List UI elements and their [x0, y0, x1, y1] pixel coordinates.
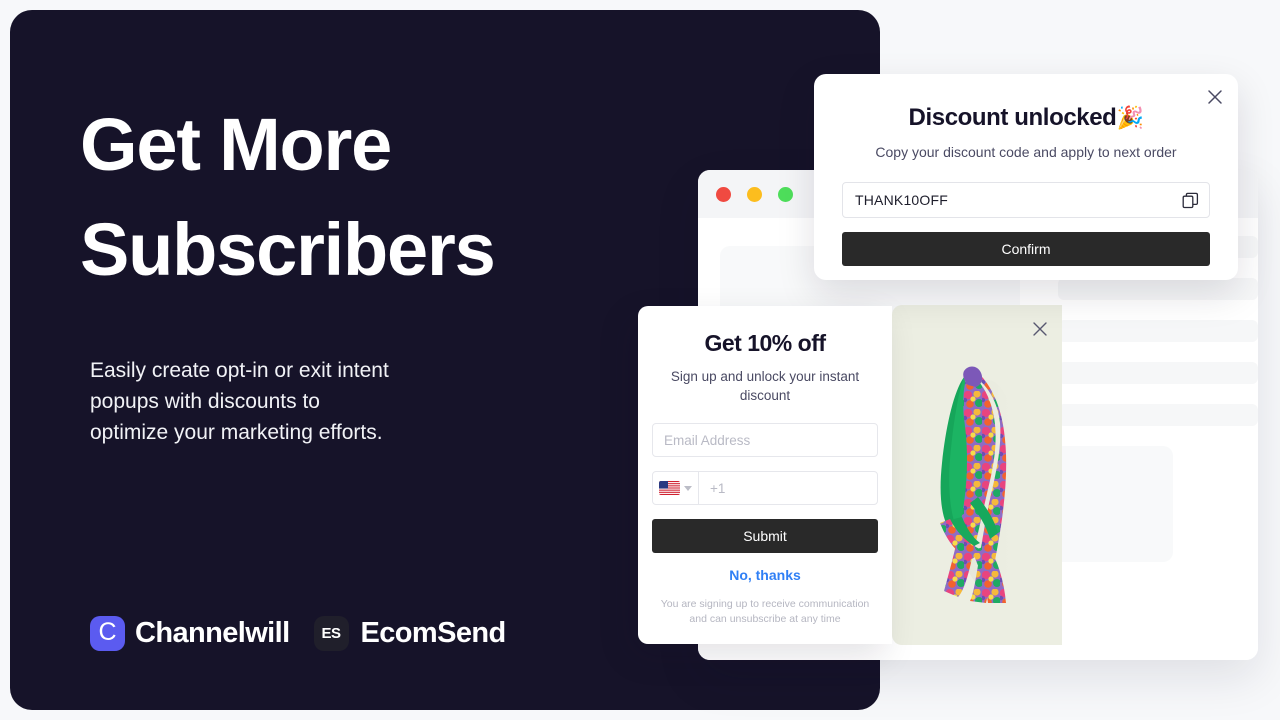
- screenshot-canvas: Get More Subscribers Easily create opt-i…: [0, 0, 1280, 720]
- discount-popup-title: Discount unlocked🎉: [814, 104, 1238, 132]
- page-title-line-2: Subscribers: [80, 208, 496, 292]
- hero-subtitle-line-3: optimize your marketing efforts.: [90, 421, 383, 444]
- hero-subtitle-line-2: popups with discounts to: [90, 390, 320, 413]
- brand-logos: C Channelwill ES EcomSend: [90, 616, 506, 651]
- discount-popup-title-text: Discount unlocked: [908, 104, 1117, 131]
- hanging-floral-jacket-image: [940, 366, 1022, 603]
- no-thanks-link[interactable]: No, thanks: [652, 567, 878, 583]
- window-maximize-dot-icon[interactable]: [778, 186, 793, 202]
- discount-code-value: THANK10OFF: [855, 192, 949, 208]
- channelwill-logo-icon: C: [90, 616, 125, 651]
- page-title-line-1: Get More: [80, 103, 392, 186]
- close-icon[interactable]: [1206, 88, 1224, 106]
- brand-ecomsend: ES EcomSend: [313, 616, 507, 651]
- phone-field-placeholder: +1: [710, 480, 726, 496]
- ecomsend-logo-glyph: ES: [321, 625, 342, 642]
- window-minimize-dot-icon[interactable]: [747, 186, 762, 202]
- us-flag-icon: [659, 481, 680, 495]
- ecomsend-wordmark: EcomSend: [360, 617, 507, 649]
- phone-field[interactable]: +1: [652, 471, 878, 505]
- signup-popup: Get 10% off Sign up and unlock your inst…: [638, 306, 892, 644]
- country-code-selector[interactable]: [653, 472, 699, 504]
- signup-popup-title: Get 10% off: [704, 330, 826, 356]
- copy-icon[interactable]: [1182, 192, 1199, 209]
- email-field[interactable]: Email Address: [652, 423, 878, 457]
- ecomsend-logo-icon: ES: [313, 616, 349, 651]
- discount-popup-subtitle: Copy your discount code and apply to nex…: [875, 144, 1177, 160]
- chevron-down-icon: [684, 485, 692, 491]
- discount-code-field[interactable]: THANK10OFF: [842, 182, 1210, 218]
- hero-subtitle: Easily create opt-in or exit intent popu…: [90, 355, 490, 448]
- window-close-dot-icon[interactable]: [716, 186, 731, 202]
- submit-button[interactable]: Submit: [652, 519, 878, 553]
- signup-fineprint: You are signing up to receive communicat…: [660, 598, 870, 625]
- party-popper-icon: 🎉: [1116, 105, 1144, 130]
- skeleton-bar: [1058, 404, 1258, 426]
- confirm-button[interactable]: Confirm: [842, 232, 1210, 266]
- email-field-placeholder: Email Address: [664, 432, 751, 448]
- close-icon[interactable]: [1032, 321, 1048, 337]
- skeleton-bar: [1058, 320, 1258, 342]
- brand-channelwill: C Channelwill: [90, 616, 290, 651]
- skeleton-bar: [1058, 278, 1258, 300]
- product-image-panel: [892, 305, 1062, 645]
- page-title: Get More Subscribers: [80, 92, 640, 302]
- skeleton-bar: [1058, 362, 1258, 384]
- signup-popup-subtitle: Sign up and unlock your instant discount: [670, 369, 860, 403]
- channelwill-wordmark: Channelwill: [135, 617, 290, 649]
- hero-subtitle-line-1: Easily create opt-in or exit intent: [90, 359, 389, 382]
- channelwill-logo-glyph: C: [98, 618, 117, 646]
- discount-unlocked-popup: Discount unlocked🎉 Copy your discount co…: [814, 74, 1238, 280]
